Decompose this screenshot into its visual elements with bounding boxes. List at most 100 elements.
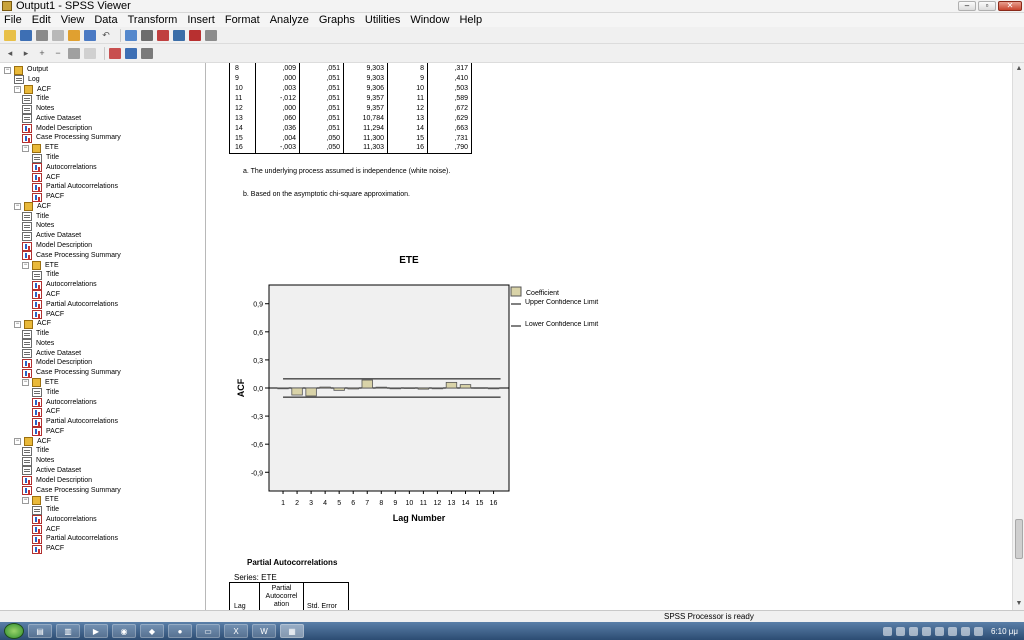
network-icon[interactable] [973,626,983,636]
outline-item[interactable]: Case Processing Summary [22,486,121,496]
outline-item[interactable]: Title [22,446,49,456]
acf-chart[interactable]: ETE0,90,60,30,0-0,3-0,6-0,91 2 3 4 5 6 7 8 9 10 11… [207,245,607,535]
outline-item[interactable]: Partial Autocorrelations [32,417,118,427]
collapse-toggle-icon[interactable]: − [14,438,21,446]
collapse-icon[interactable]: − [52,48,64,59]
outline-item[interactable]: Model Description [22,358,92,368]
collapse-toggle-icon[interactable]: − [22,496,29,504]
menu-transform[interactable]: Transform [128,14,178,26]
taskbar-excel-icon[interactable]: X [224,624,248,638]
outline-item[interactable]: − ACF [14,85,51,95]
tray-icon[interactable] [882,626,892,636]
outline-item[interactable]: Active Dataset [22,114,81,124]
tray-icon[interactable] [947,626,957,636]
outline-item[interactable]: Active Dataset [22,349,81,359]
outline-item[interactable]: PACF [32,544,64,554]
vertical-scrollbar[interactable]: ▲ ▼ [1012,63,1024,610]
menu-graphs[interactable]: Graphs [319,14,355,26]
taskbar-explorer-2-icon[interactable]: ▥ [56,624,80,638]
outline-item[interactable]: Title [32,153,59,163]
acf-bar[interactable] [403,387,416,389]
acf-bar[interactable] [389,387,401,390]
menu-format[interactable]: Format [225,14,260,26]
outline-item[interactable]: Notes [22,221,54,231]
outline-item[interactable]: Notes [22,104,54,114]
acf-bar[interactable] [305,387,317,397]
recall-dialog-icon[interactable] [84,29,96,41]
start-button[interactable] [4,623,24,639]
outline-item[interactable]: Autocorrelations [32,280,97,290]
outline-item[interactable]: PACF [32,192,64,202]
outline-item[interactable]: Notes [22,456,54,466]
outline-item[interactable]: Title [22,94,49,104]
undo-icon[interactable]: ↶ [100,30,112,41]
outline-item[interactable]: Autocorrelations [32,163,97,173]
outline-item[interactable]: Partial Autocorrelations [32,182,118,192]
taskbar-chrome-icon[interactable]: ● [168,624,192,638]
taskbar-word-icon[interactable]: W [252,624,276,638]
taskbar-folder-icon[interactable]: ▭ [196,624,220,638]
outline-item[interactable]: Partial Autocorrelations [32,300,118,310]
goto-case-icon[interactable] [141,29,153,41]
acf-bar[interactable] [487,387,500,390]
tray-icon[interactable] [921,626,931,636]
outline-item[interactable]: − ETE [22,378,59,388]
outline-item[interactable]: Log [14,75,40,85]
outline-item[interactable]: − ETE [22,495,59,505]
collapse-toggle-icon[interactable]: − [22,379,29,387]
scroll-up-icon[interactable]: ▲ [1013,63,1024,75]
outline-item[interactable]: Title [22,329,49,339]
outline-item[interactable]: ACF [32,407,60,417]
collapse-toggle-icon[interactable]: − [14,203,21,211]
collapse-toggle-icon[interactable]: − [4,66,11,74]
hide-icon[interactable] [84,47,96,59]
close-button[interactable]: ✕ [998,1,1022,11]
acf-bar[interactable] [347,387,359,390]
outline-item[interactable]: − ACF [14,202,51,212]
export-icon[interactable] [68,29,80,41]
acf-bar[interactable] [319,386,331,389]
outline-item[interactable]: ACF [32,290,60,300]
outline-item[interactable]: − ETE [22,261,59,271]
insert-icon[interactable] [205,29,217,41]
taskbar-spss-icon[interactable]: ▦ [280,624,304,638]
acf-bar[interactable] [333,387,345,391]
tray-icon[interactable] [908,626,918,636]
outline-item[interactable]: Active Dataset [22,466,81,476]
promote-icon[interactable]: ◂ [4,48,16,59]
menu-insert[interactable]: Insert [187,14,215,26]
outline-item[interactable]: Title [22,212,49,222]
designate-window-icon[interactable] [189,29,201,41]
collapse-toggle-icon[interactable]: − [14,86,21,94]
outline-item[interactable]: Model Description [22,124,92,134]
outline-item[interactable]: Case Processing Summary [22,251,121,261]
demote-icon[interactable]: ▸ [20,48,32,59]
outline-item[interactable]: ACF [32,173,60,183]
minimize-button[interactable]: – [958,1,976,11]
expand-icon[interactable]: + [36,48,48,59]
volume-icon[interactable] [960,626,970,636]
acf-bar[interactable] [361,379,373,389]
collapse-toggle-icon[interactable]: − [22,262,29,270]
taskbar-firefox-icon[interactable]: ◉ [112,624,136,638]
outline-item[interactable]: − ACF [14,319,51,329]
outline-item[interactable]: Case Processing Summary [22,368,121,378]
acf-bar[interactable] [473,387,486,389]
acf-bar[interactable] [459,384,472,389]
restore-button[interactable]: ▫ [978,1,996,11]
outline-item[interactable]: − ACF [14,437,51,447]
collapse-toggle-icon[interactable]: − [14,320,21,328]
tray-icon[interactable] [934,626,944,636]
menu-window[interactable]: Window [410,14,449,26]
print-preview-icon[interactable] [52,29,64,41]
outline-item[interactable]: Model Description [22,476,92,486]
acf-bar[interactable] [445,381,458,389]
open-icon[interactable] [4,29,16,41]
outline-item[interactable]: ACF [32,525,60,535]
outline-item[interactable]: Case Processing Summary [22,133,121,143]
outline-item[interactable]: Model Description [22,241,92,251]
taskbar-media-icon[interactable]: ▶ [84,624,108,638]
insert-heading-icon[interactable] [109,47,121,59]
menu-data[interactable]: Data [94,14,117,26]
outline-item[interactable]: − ETE [22,143,59,153]
